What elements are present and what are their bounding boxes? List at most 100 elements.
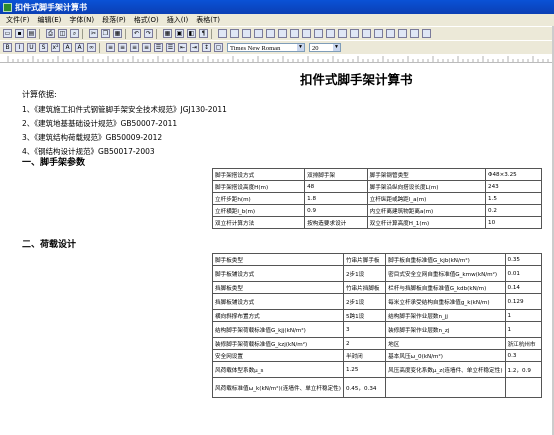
menu-format[interactable]: 格式(O): [134, 15, 159, 25]
table-cell[interactable]: 按构造要求设计: [304, 216, 368, 229]
table-tool-4-icon[interactable]: [254, 29, 263, 38]
table-cell[interactable]: 安全网设置: [212, 349, 344, 362]
export-icon[interactable]: ▤: [27, 29, 36, 38]
table-cell[interactable]: 0.3: [504, 349, 543, 362]
table-cell[interactable]: 脚手板铺设方式: [212, 265, 344, 282]
table-cell[interactable]: 0.129: [504, 293, 543, 310]
table-tool-3-icon[interactable]: [242, 29, 251, 38]
table-cell[interactable]: 立杆横距l_b(m): [211, 204, 306, 217]
border-icon[interactable]: ▢: [214, 43, 223, 52]
table-cell[interactable]: 1.8: [304, 192, 368, 205]
table-cell[interactable]: 2步1设: [342, 265, 387, 282]
table-cell[interactable]: 内立杆离建筑物距离a(m): [366, 204, 487, 217]
table-tool-6-icon[interactable]: [278, 29, 287, 38]
table-cell[interactable]: 1.5: [485, 192, 542, 205]
print-preview-icon[interactable]: ◫: [58, 29, 67, 38]
table-cell[interactable]: 风压高度变化系数μ_z(连墙件、单立杆稳定性): [385, 361, 506, 378]
table-cell[interactable]: 竹串片脚手板: [342, 253, 387, 266]
menu-file[interactable]: 文件(F): [6, 15, 30, 25]
insert-image-icon[interactable]: ▣: [175, 29, 184, 38]
table-cell[interactable]: 竹串片挡脚板: [342, 281, 387, 294]
table-cell[interactable]: 脚手架沿纵向搭设长度L(m): [366, 180, 487, 193]
strikethrough-icon[interactable]: S: [39, 43, 48, 52]
find-icon[interactable]: ⌕: [70, 29, 79, 38]
menu-edit[interactable]: 编辑(E): [38, 15, 62, 25]
bold-icon[interactable]: B: [3, 43, 12, 52]
table-cell[interactable]: 0.14: [504, 281, 543, 294]
table-cell[interactable]: 脚手板自重标准值G_kjb(kN/m²): [385, 253, 506, 266]
table-tool-16-icon[interactable]: [398, 29, 407, 38]
table-cell[interactable]: 浙江杭州市: [504, 337, 543, 350]
table-cell[interactable]: 10: [485, 216, 542, 229]
align-center-icon[interactable]: ≡: [118, 43, 127, 52]
align-left-icon[interactable]: ≡: [106, 43, 115, 52]
table-cell[interactable]: 结构脚手架作业层数n_jj: [385, 309, 506, 322]
numbered-list-icon[interactable]: ☰: [166, 43, 175, 52]
italic-icon[interactable]: I: [15, 43, 24, 52]
insert-table-icon[interactable]: ▦: [163, 29, 172, 38]
table-cell[interactable]: 5跨1设: [342, 309, 387, 322]
table-cell[interactable]: 0.2: [485, 204, 542, 217]
highlight-icon[interactable]: A: [75, 43, 84, 52]
table-tool-18-icon[interactable]: [422, 29, 431, 38]
table-tool-9-icon[interactable]: [314, 29, 323, 38]
table-cell[interactable]: 双立杆计算高度H_1(m): [366, 216, 487, 229]
table-cell[interactable]: [504, 377, 543, 398]
table-cell[interactable]: 风荷载体型系数μ_s: [212, 361, 344, 378]
table-cell[interactable]: 1: [504, 309, 543, 322]
chevron-down-icon[interactable]: ▼: [333, 44, 340, 51]
superscript-icon[interactable]: x²: [51, 43, 60, 52]
table-cell[interactable]: 0.45，0.34: [342, 377, 387, 398]
underline-icon[interactable]: U: [27, 43, 36, 52]
table-cell[interactable]: 2: [342, 337, 387, 350]
table-cell[interactable]: 装修脚手架荷载标准值G_kzj(kN/m²): [212, 337, 344, 350]
font-size-select[interactable]: 20 ▼: [309, 43, 341, 52]
insert-object-icon[interactable]: ◧: [187, 29, 196, 38]
save-icon[interactable]: ▪: [15, 29, 24, 38]
table-tool-8-icon[interactable]: [302, 29, 311, 38]
table-cell[interactable]: 2步1设: [342, 293, 387, 310]
table-cell[interactable]: 3: [342, 321, 387, 338]
table-tool-10-icon[interactable]: [326, 29, 335, 38]
table-cell[interactable]: 栏杆与挡脚板自重标准值G_kdb(kN/m): [385, 281, 506, 294]
cut-icon[interactable]: ✂: [89, 29, 98, 38]
link-icon[interactable]: ∞: [87, 43, 96, 52]
table-cell[interactable]: 脚手架钢管类型: [366, 168, 487, 181]
table-cell[interactable]: 密目式安全立网自重标准值G_kmw(kN/m²): [385, 265, 506, 282]
table-cell[interactable]: 1.25: [342, 361, 387, 378]
table-tool-14-icon[interactable]: [374, 29, 383, 38]
table-cell[interactable]: 脚手架搭设方式: [211, 168, 306, 181]
table-cell[interactable]: 立杆纵距或跨距l_a(m): [366, 192, 487, 205]
table-tool-11-icon[interactable]: [338, 29, 347, 38]
table-cell[interactable]: 48: [304, 180, 368, 193]
menu-table[interactable]: 表格(T): [196, 15, 220, 25]
table-cell[interactable]: 挡脚板类型: [212, 281, 344, 294]
table-cell[interactable]: 挡脚板铺设方式: [212, 293, 344, 310]
table-tool-13-icon[interactable]: [362, 29, 371, 38]
justify-icon[interactable]: ≡: [142, 43, 151, 52]
redo-icon[interactable]: ↷: [144, 29, 153, 38]
menu-font[interactable]: 字体(N): [69, 15, 94, 25]
copy-icon[interactable]: ❐: [101, 29, 110, 38]
table-cell[interactable]: 风荷载标准值ω_k(kN/m²)(连墙件、单立杆稳定性): [212, 377, 344, 398]
increase-indent-icon[interactable]: ⇥: [190, 43, 199, 52]
table-cell[interactable]: 基本风压ω_0(kN/m²): [385, 349, 506, 362]
print-icon[interactable]: ⎙: [46, 29, 55, 38]
undo-icon[interactable]: ↶: [132, 29, 141, 38]
table-cell[interactable]: 半封闭: [342, 349, 387, 362]
table-cell[interactable]: 脚手架搭设高度H(m): [211, 180, 306, 193]
table-cell[interactable]: Φ48×3.25: [485, 168, 542, 181]
menu-paragraph[interactable]: 段落(P): [102, 15, 126, 25]
table-cell[interactable]: 0.9: [304, 204, 368, 217]
show-marks-icon[interactable]: ¶: [199, 29, 208, 38]
table-tool-5-icon[interactable]: [266, 29, 275, 38]
open-icon[interactable]: ▭: [3, 29, 12, 38]
chevron-down-icon[interactable]: ▼: [297, 44, 304, 51]
document-area[interactable]: 扣件式脚手架计算书 计算依据: 1、《建筑施工扣件式钢管脚手架安全技术规范》JG…: [0, 63, 554, 435]
table-cell[interactable]: 立杆步距h(m): [211, 192, 306, 205]
table-cell[interactable]: 0.01: [504, 265, 543, 282]
table-tool-1-icon[interactable]: [218, 29, 227, 38]
table-tool-2-icon[interactable]: [230, 29, 239, 38]
line-spacing-icon[interactable]: ↕: [202, 43, 211, 52]
table-tool-17-icon[interactable]: [410, 29, 419, 38]
